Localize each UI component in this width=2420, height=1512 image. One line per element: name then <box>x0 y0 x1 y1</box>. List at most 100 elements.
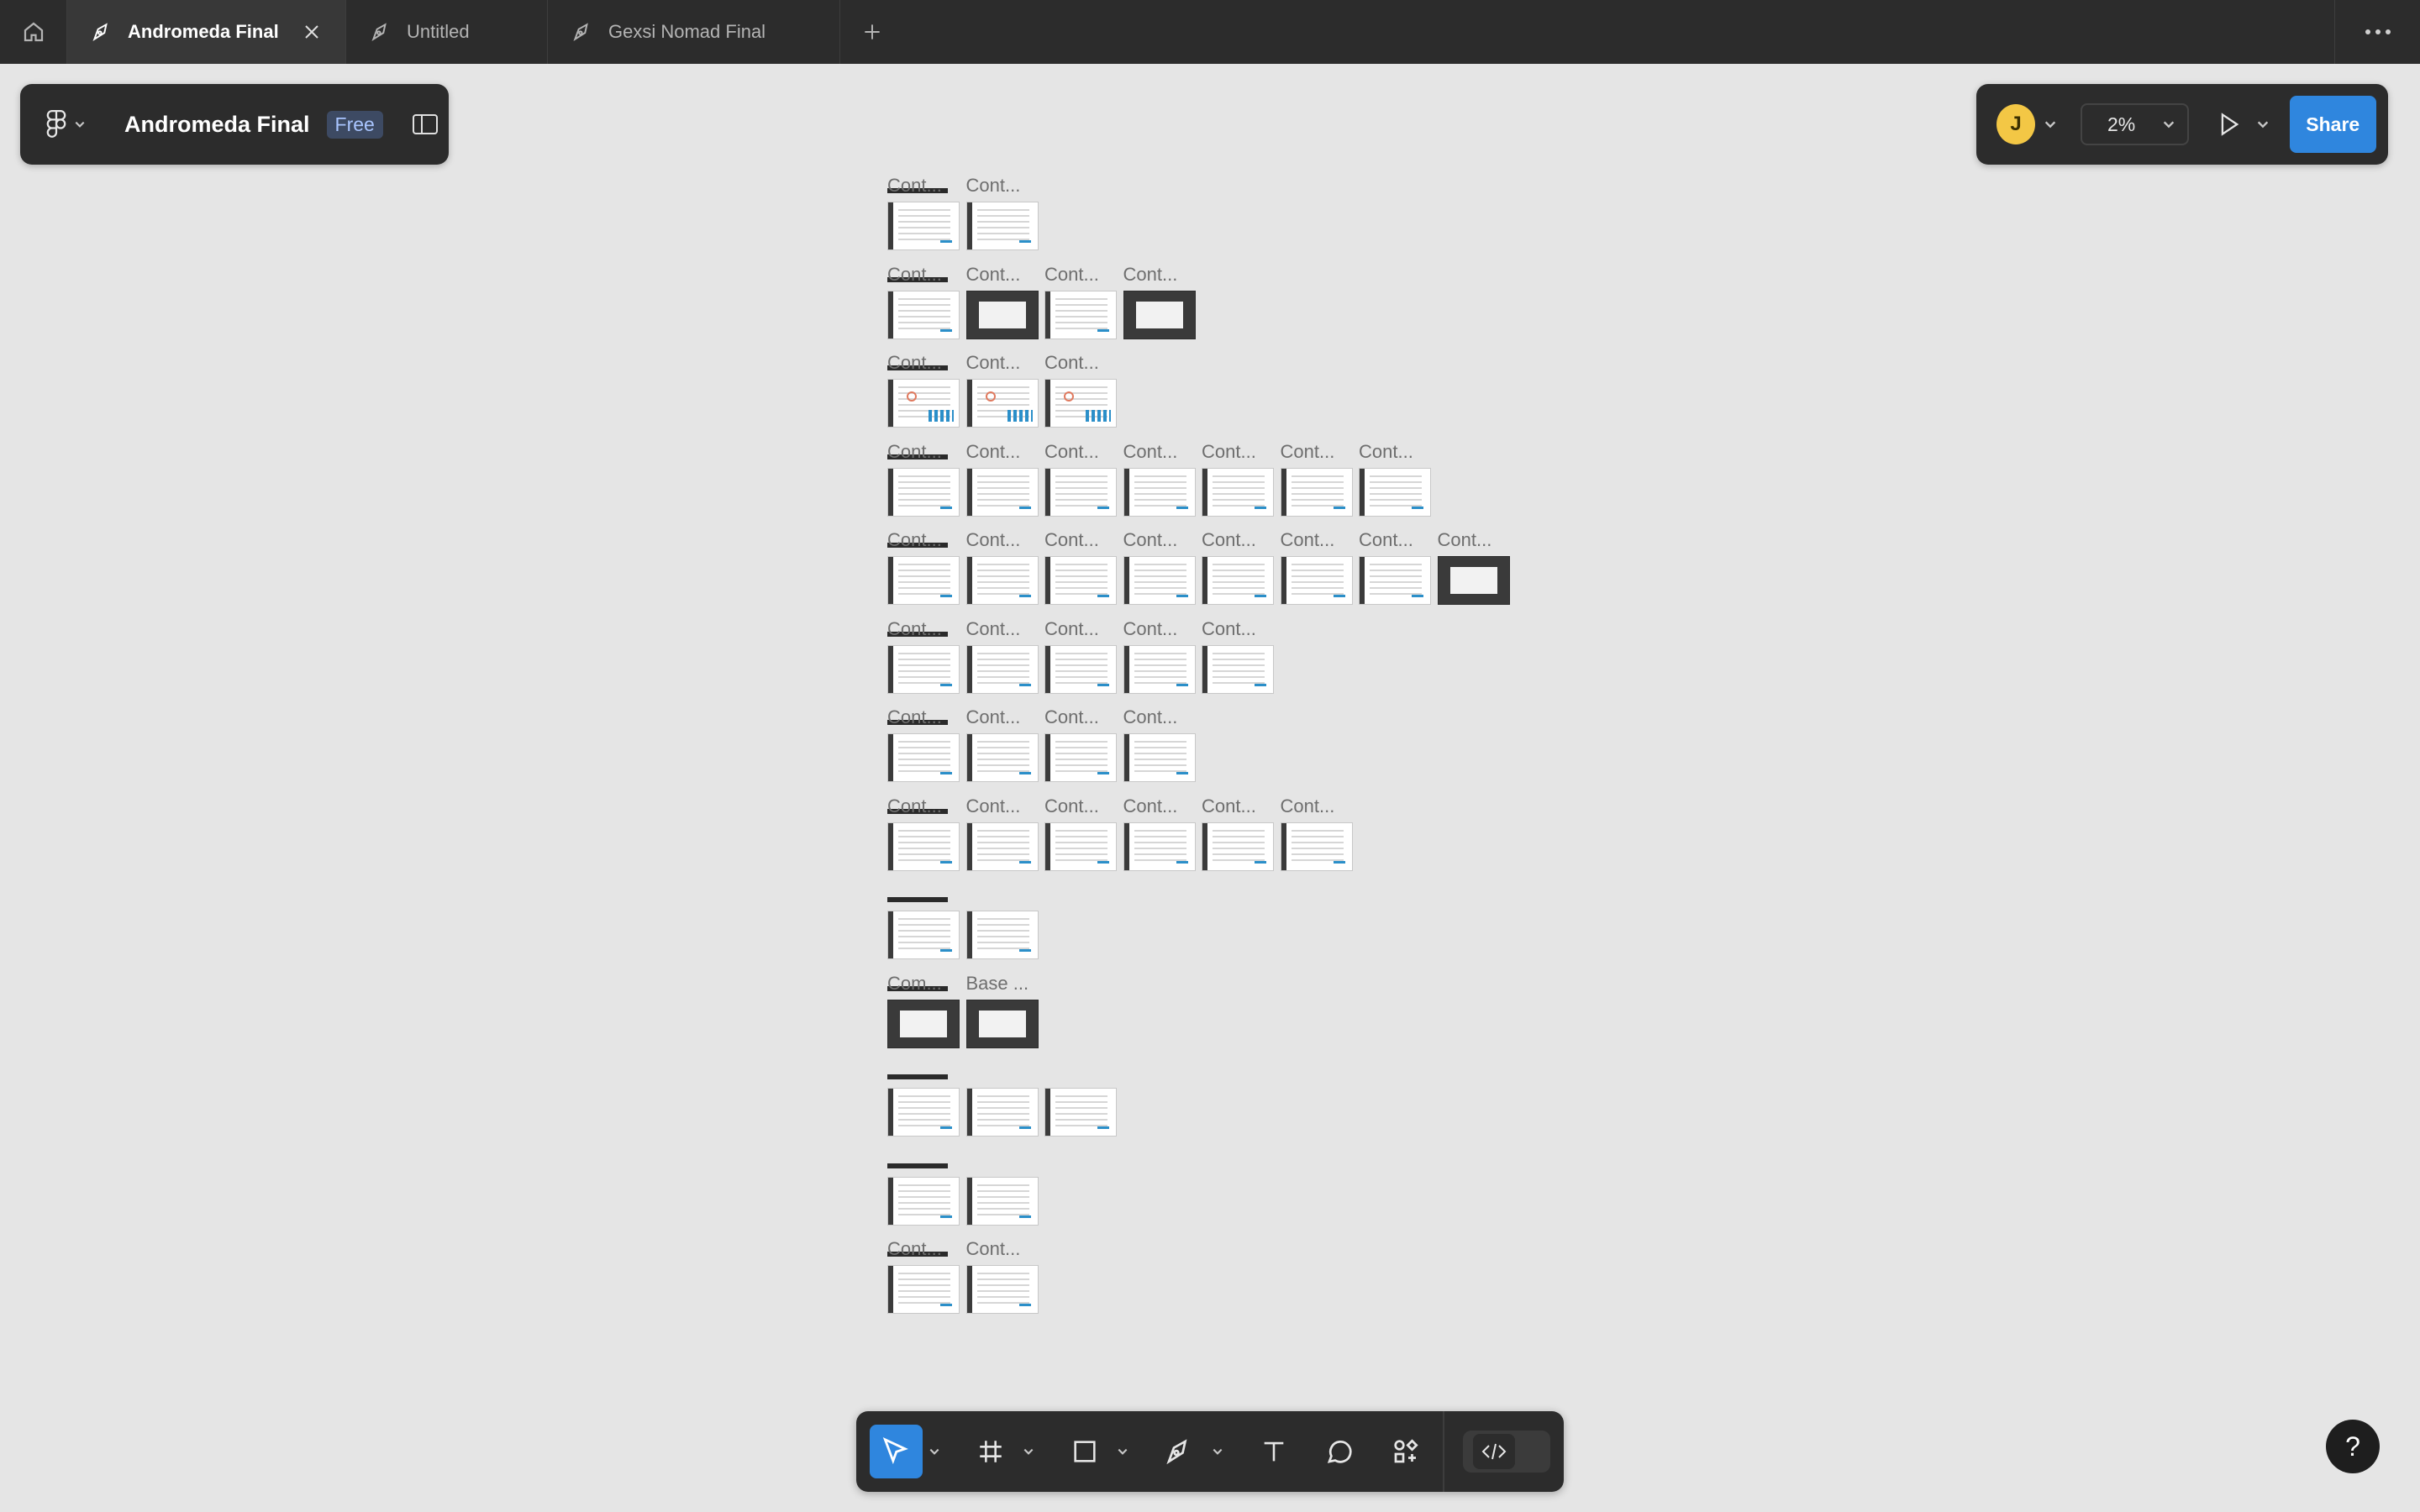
more-options-button[interactable] <box>2334 0 2420 64</box>
dev-mode-toggle[interactable] <box>1462 1431 1550 1473</box>
frame-thumbnail[interactable]: Cont... <box>965 1238 1039 1314</box>
frame-thumbnail[interactable]: Cont... <box>1202 618 1274 694</box>
frame-thumbnail[interactable]: Com... <box>887 973 960 1048</box>
shape-tool-menu[interactable] <box>1111 1425 1134 1478</box>
frame-label[interactable]: Cont... <box>1044 618 1099 640</box>
move-tool-button[interactable] <box>870 1425 923 1478</box>
pen-tool-button[interactable] <box>1153 1425 1206 1478</box>
frame-thumbnail[interactable]: Cont... <box>1123 618 1196 694</box>
frame-label[interactable]: Cont... <box>1359 529 1413 551</box>
frame-thumbnail[interactable]: Cont... <box>965 352 1039 428</box>
frame-thumbnail[interactable] <box>965 1088 1039 1137</box>
tab-andromeda-final[interactable]: Andromeda Final <box>67 0 346 64</box>
frame-label[interactable]: Cont... <box>1202 441 1256 463</box>
frame-label[interactable]: Cont... <box>966 706 1021 728</box>
frame-label[interactable]: Cont... <box>1281 795 1335 817</box>
frame-label[interactable]: Cont... <box>1123 706 1178 728</box>
pen-tool-menu[interactable] <box>1206 1425 1228 1478</box>
frame-thumbnail[interactable] <box>965 1176 1039 1226</box>
frame-label[interactable]: Cont... <box>1044 352 1099 374</box>
frame-tool-button[interactable] <box>964 1425 1017 1478</box>
frame-label[interactable]: Cont... <box>887 264 942 286</box>
frame-thumbnail[interactable]: Cont... <box>1123 529 1196 605</box>
frame-label[interactable]: Cont... <box>887 441 942 463</box>
frame-label[interactable]: Cont... <box>1202 618 1256 640</box>
section-title-bar[interactable] <box>887 1163 948 1168</box>
frame-thumbnail[interactable] <box>887 1176 960 1226</box>
frame-thumbnail[interactable]: Cont... <box>887 529 960 605</box>
frame-label[interactable]: Cont... <box>966 175 1021 197</box>
frame-thumbnail[interactable] <box>965 911 1039 959</box>
frame-label[interactable]: Cont... <box>1044 795 1099 817</box>
frame-label[interactable]: Cont... <box>887 352 942 374</box>
frame-section[interactable] <box>887 1074 1123 1137</box>
section-title-bar[interactable] <box>887 897 948 902</box>
frame-section[interactable]: Cont... Cont... Cont... <box>887 352 1123 428</box>
rectangle-tool-button[interactable] <box>1059 1425 1112 1478</box>
frame-label[interactable]: Cont... <box>887 175 942 197</box>
frame-label[interactable]: Cont... <box>1202 529 1256 551</box>
frame-thumbnail[interactable]: Cont... <box>1202 441 1274 517</box>
frame-thumbnail[interactable]: Cont... <box>887 264 960 339</box>
frame-section[interactable]: Com... Base ... <box>887 973 1044 1048</box>
design-canvas[interactable]: Cont... Cont... Cont... Cont... Cont... Cont.… <box>0 64 2420 1512</box>
actions-tool-button[interactable] <box>1380 1425 1433 1478</box>
frame-thumbnail[interactable]: Cont... <box>1123 795 1196 871</box>
frame-thumbnail[interactable]: Cont... <box>887 1238 960 1314</box>
frame-thumbnail[interactable]: Cont... <box>1123 441 1196 517</box>
frame-thumbnail[interactable]: Cont... <box>965 529 1039 605</box>
frame-thumbnail[interactable]: Cont... <box>1044 441 1117 517</box>
frame-section[interactable]: Cont... Cont... Cont... Cont... <box>887 706 1202 782</box>
frame-thumbnail[interactable] <box>887 1088 960 1137</box>
frame-section[interactable]: Cont... Cont... Cont... Cont... Cont... Cont.… <box>887 795 1359 871</box>
frame-label[interactable]: Cont... <box>1123 618 1178 640</box>
frame-thumbnail[interactable] <box>887 911 960 959</box>
frame-thumbnail[interactable]: Cont... <box>1280 441 1353 517</box>
frame-thumbnail[interactable]: Cont... <box>887 175 960 250</box>
frame-label[interactable]: Cont... <box>887 795 942 817</box>
frame-thumbnail[interactable]: Cont... <box>887 706 960 782</box>
frame-label[interactable]: Cont... <box>1281 529 1335 551</box>
frame-label[interactable]: Cont... <box>1281 441 1335 463</box>
frame-thumbnail[interactable]: Cont... <box>965 175 1039 250</box>
frame-label[interactable]: Cont... <box>887 1238 942 1260</box>
frame-label[interactable]: Cont... <box>887 706 942 728</box>
frame-thumbnail[interactable]: Cont... <box>1202 795 1274 871</box>
frame-label[interactable]: Cont... <box>966 441 1021 463</box>
frame-label[interactable]: Cont... <box>966 618 1021 640</box>
frame-thumbnail[interactable]: Cont... <box>965 795 1039 871</box>
frame-thumbnail[interactable]: Cont... <box>1280 795 1353 871</box>
frame-section[interactable] <box>887 897 1044 959</box>
frame-label[interactable]: Cont... <box>1044 441 1099 463</box>
frame-label[interactable]: Cont... <box>1044 264 1099 286</box>
section-title-bar[interactable] <box>887 1074 948 1079</box>
frame-thumbnail[interactable]: Cont... <box>965 706 1039 782</box>
frame-thumbnail[interactable]: Cont... <box>1044 618 1117 694</box>
help-button[interactable]: ? <box>2326 1420 2380 1473</box>
frame-label[interactable]: Cont... <box>1044 529 1099 551</box>
frame-tool-menu[interactable] <box>1017 1425 1039 1478</box>
tab-untitled[interactable]: Untitled <box>346 0 548 64</box>
frame-thumbnail[interactable]: Cont... <box>1280 529 1353 605</box>
frame-thumbnail[interactable]: Cont... <box>1359 529 1431 605</box>
new-tab-button[interactable] <box>840 0 904 64</box>
frame-thumbnail[interactable]: Cont... <box>887 618 960 694</box>
frame-thumbnail[interactable]: Cont... <box>1044 264 1117 339</box>
frame-thumbnail[interactable]: Cont... <box>1123 706 1196 782</box>
frame-thumbnail[interactable]: Cont... <box>887 441 960 517</box>
frame-thumbnail[interactable] <box>1044 1088 1117 1137</box>
frame-section[interactable] <box>887 1163 1044 1226</box>
frame-section[interactable]: Cont... Cont... <box>887 1238 1044 1314</box>
frame-thumbnail[interactable]: Cont... <box>1437 529 1510 605</box>
frame-thumbnail[interactable]: Cont... <box>965 618 1039 694</box>
frame-section[interactable]: Cont... Cont... Cont... Cont... <box>887 264 1202 339</box>
frame-label[interactable]: Cont... <box>1123 795 1178 817</box>
frame-section[interactable]: Cont... Cont... Cont... Cont... Cont... Cont.… <box>887 529 1516 605</box>
frame-thumbnail[interactable]: Cont... <box>1359 441 1431 517</box>
frame-label[interactable]: Cont... <box>966 352 1021 374</box>
frame-label[interactable]: Cont... <box>1202 795 1256 817</box>
frame-label[interactable]: Cont... <box>1044 706 1099 728</box>
frame-thumbnail[interactable]: Cont... <box>1044 795 1117 871</box>
frame-label[interactable]: Cont... <box>1123 529 1178 551</box>
frame-section[interactable]: Cont... Cont... <box>887 175 1044 250</box>
